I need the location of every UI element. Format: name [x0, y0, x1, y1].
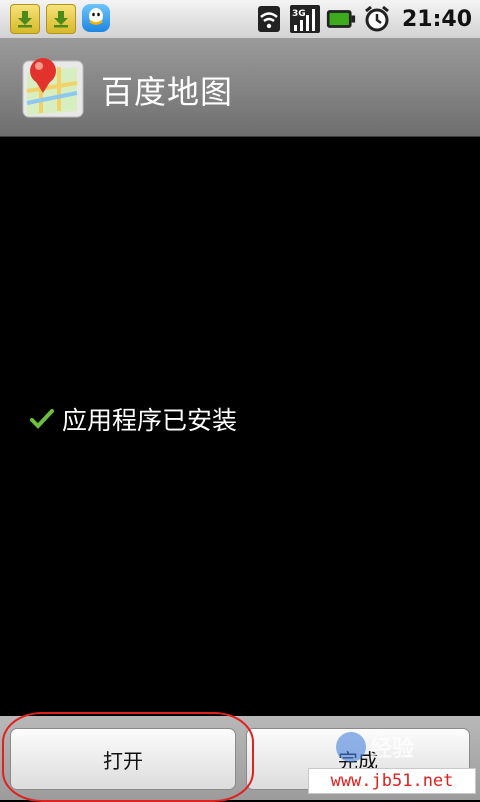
notification-area — [10, 4, 110, 34]
status-indicators: 3G 21:40 — [254, 3, 472, 35]
clock: 21:40 — [401, 6, 472, 32]
baidu-maps-icon — [19, 51, 89, 121]
status-bar: 3G 21:40 — [0, 0, 480, 39]
download-icon[interactable] — [10, 4, 40, 34]
watermark-text: 经验 — [370, 737, 415, 762]
download-icon[interactable] — [46, 4, 76, 34]
annotation-circle — [2, 712, 254, 802]
app-name: 百度地图 — [101, 73, 234, 111]
watermark: 经验 — [336, 731, 414, 763]
app-title-bar: 百度地图 — [0, 39, 480, 137]
install-status: 应用程序已安装 — [30, 401, 237, 437]
qq-icon[interactable] — [82, 4, 110, 32]
alarm-icon — [362, 4, 392, 34]
battery-icon — [326, 4, 356, 34]
3g-signal-icon: 3G — [289, 4, 320, 34]
checkmark-icon — [30, 409, 54, 429]
baidu-paw-icon — [336, 732, 366, 762]
site-url: www.jb51.net — [308, 768, 476, 794]
wifi-icon — [254, 4, 284, 34]
svg-text:3G: 3G — [292, 9, 306, 19]
status-message: 应用程序已安装 — [62, 406, 238, 435]
